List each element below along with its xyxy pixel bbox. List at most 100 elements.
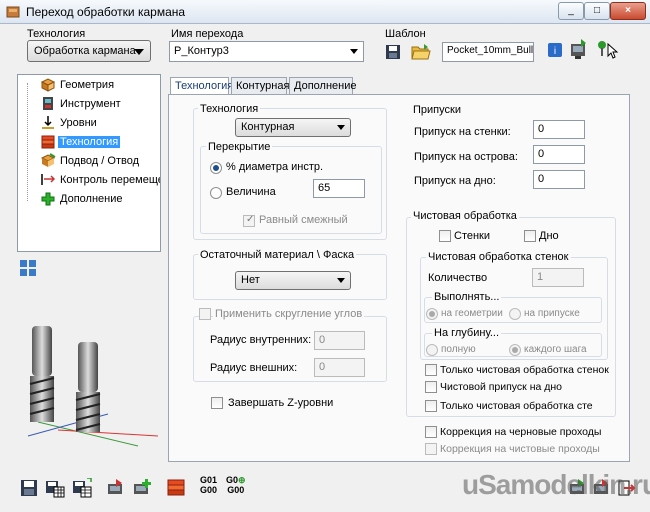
name-label: Имя перехода [171, 28, 244, 40]
overlap-value-label: Величина [226, 186, 276, 198]
sidebar-item-addition[interactable]: Дополнение [22, 191, 158, 208]
bottom-finish-allowance-label: Чистовой припуск на дно [440, 381, 563, 393]
exit-icon[interactable] [616, 478, 636, 498]
tab-addition[interactable]: Дополнение [289, 77, 356, 95]
island-allowance-label: Припуск на острова: [414, 151, 518, 163]
g0-label: G0 [226, 475, 239, 485]
only-wall-finish-checkbox[interactable] [425, 364, 437, 376]
wall-allowance-label: Припуск на стенки: [414, 126, 511, 138]
island-allowance-input[interactable]: 0 [533, 145, 585, 164]
bottom-checkbox[interactable] [524, 230, 536, 242]
count-input[interactable]: 1 [532, 268, 584, 287]
info-icon[interactable]: i [548, 43, 562, 57]
ok-icon[interactable] [592, 478, 612, 498]
sidebar-item-tool[interactable]: Инструмент [22, 96, 158, 113]
technology-stack-icon[interactable] [166, 478, 186, 498]
equal-adjacent-label: Равный смежный [259, 214, 348, 226]
only-wall-finish-2-label: Только чистовая обработка сте [440, 400, 593, 412]
residual-value: Нет [241, 274, 260, 286]
open-template-icon[interactable] [411, 43, 431, 61]
on-allowance-radio[interactable] [509, 308, 521, 320]
walls-label: Стенки [454, 230, 491, 242]
sidebar-item-label: Технология [58, 136, 121, 148]
sidebar-item-label: Уровни [60, 117, 97, 129]
overlap-value-radio[interactable] [210, 187, 222, 199]
rough-correction-checkbox[interactable] [425, 426, 437, 438]
g00-label: G00 [200, 485, 218, 495]
export-icon[interactable] [106, 478, 126, 498]
each-step-label: каждого шага [524, 344, 587, 355]
finish-correction-checkbox[interactable] [425, 443, 437, 455]
rough-correction-label: Коррекция на черновые проходы [440, 426, 602, 438]
sidebar-item-technology[interactable]: Технология [22, 134, 158, 151]
save-all-icon[interactable] [72, 478, 92, 498]
title-bar: Переход обработки кармана _ □ × [0, 0, 650, 24]
technology-label: Технология [27, 28, 86, 40]
walls-checkbox[interactable] [439, 230, 451, 242]
save-icon[interactable] [19, 478, 39, 498]
residual-label: Остаточный материал \ Фаска [198, 249, 357, 261]
maximize-button[interactable]: □ [584, 2, 610, 20]
geometry-icon [40, 78, 56, 92]
overlap-value-input[interactable]: 65 [313, 179, 365, 198]
full-depth-radio[interactable] [426, 344, 438, 356]
save-table-icon[interactable] [45, 478, 65, 498]
on-geometry-label: на геометрии [441, 308, 503, 319]
minimize-button[interactable]: _ [558, 2, 584, 20]
outer-radius-input[interactable]: 0 [314, 358, 365, 377]
calculate-icon[interactable] [569, 38, 589, 60]
g-code-button[interactable]: G01 G00 [200, 475, 217, 495]
only-wall-finish-2-checkbox[interactable] [425, 400, 437, 412]
sidebar-tree: Геометрия Инструмент Уровни Технология П… [17, 74, 161, 252]
template-field[interactable]: Pocket_10mm_Bull.tr [442, 42, 534, 62]
sidebar-item-label: Подвод / Отвод [60, 155, 139, 167]
chevron-down-icon [350, 49, 358, 54]
technology-type-combo[interactable]: Контурная [235, 118, 351, 137]
grid-view-icon[interactable] [19, 259, 37, 277]
g01-label: G01 [200, 475, 218, 485]
bottom-label: Дно [539, 230, 559, 242]
bottom-finish-allowance-checkbox[interactable] [425, 381, 437, 393]
sidebar-item-label: Инструмент [60, 98, 121, 110]
wall-allowance-input[interactable]: 0 [533, 120, 585, 139]
on-geometry-radio[interactable] [426, 308, 438, 320]
full-depth-label: полную [441, 344, 476, 355]
tab-contour[interactable]: Контурная [231, 77, 289, 95]
sidebar-item-motion-control[interactable]: Контроль перемеще [22, 172, 160, 189]
name-value: P_Контур3 [174, 45, 229, 57]
g00-label-2: G00 [227, 485, 245, 495]
inner-radius-label: Радиус внутренних: [210, 334, 312, 346]
overlap-percent-radio[interactable] [210, 162, 222, 174]
plus-icon [41, 192, 55, 206]
residual-combo[interactable]: Нет [235, 271, 351, 290]
apply-icon[interactable] [568, 478, 588, 498]
g-code-rapid-button[interactable]: G0⊕ G00 [226, 475, 246, 495]
depth-label: На глубину... [432, 327, 502, 339]
tool-preview-image [27, 326, 159, 447]
add-operation-icon[interactable] [132, 478, 152, 498]
app-icon [6, 6, 20, 18]
inner-radius-input[interactable]: 0 [314, 331, 365, 350]
z-levels-checkbox[interactable] [211, 397, 223, 409]
overlap-percent-label: % диаметра инстр. [226, 161, 324, 173]
chevron-down-icon [337, 125, 345, 130]
outer-radius-label: Радиус внешних: [210, 362, 298, 374]
chevron-down-icon [337, 278, 345, 283]
plus-icon: ⊕ [238, 475, 246, 485]
template-label: Шаблон [385, 28, 426, 40]
save-template-icon[interactable] [385, 44, 401, 60]
sidebar-item-label: Геометрия [60, 79, 115, 91]
pick-cursor-icon[interactable] [596, 38, 618, 60]
sidebar-item-approach[interactable]: Подвод / Отвод [22, 153, 158, 170]
on-allowance-label: на припуске [524, 308, 580, 319]
bottom-allowance-input[interactable]: 0 [533, 170, 585, 189]
levels-icon [42, 116, 54, 129]
count-label: Количество [428, 272, 488, 284]
close-button[interactable]: × [610, 2, 646, 20]
sidebar-item-levels[interactable]: Уровни [22, 115, 158, 132]
rounding-checkbox[interactable] [199, 308, 211, 320]
name-combo[interactable]: P_Контур3 [169, 41, 364, 62]
sidebar-item-geometry[interactable]: Геометрия [22, 77, 158, 94]
each-step-radio[interactable] [509, 344, 521, 356]
technology-combo[interactable]: Обработка кармана [27, 40, 151, 62]
